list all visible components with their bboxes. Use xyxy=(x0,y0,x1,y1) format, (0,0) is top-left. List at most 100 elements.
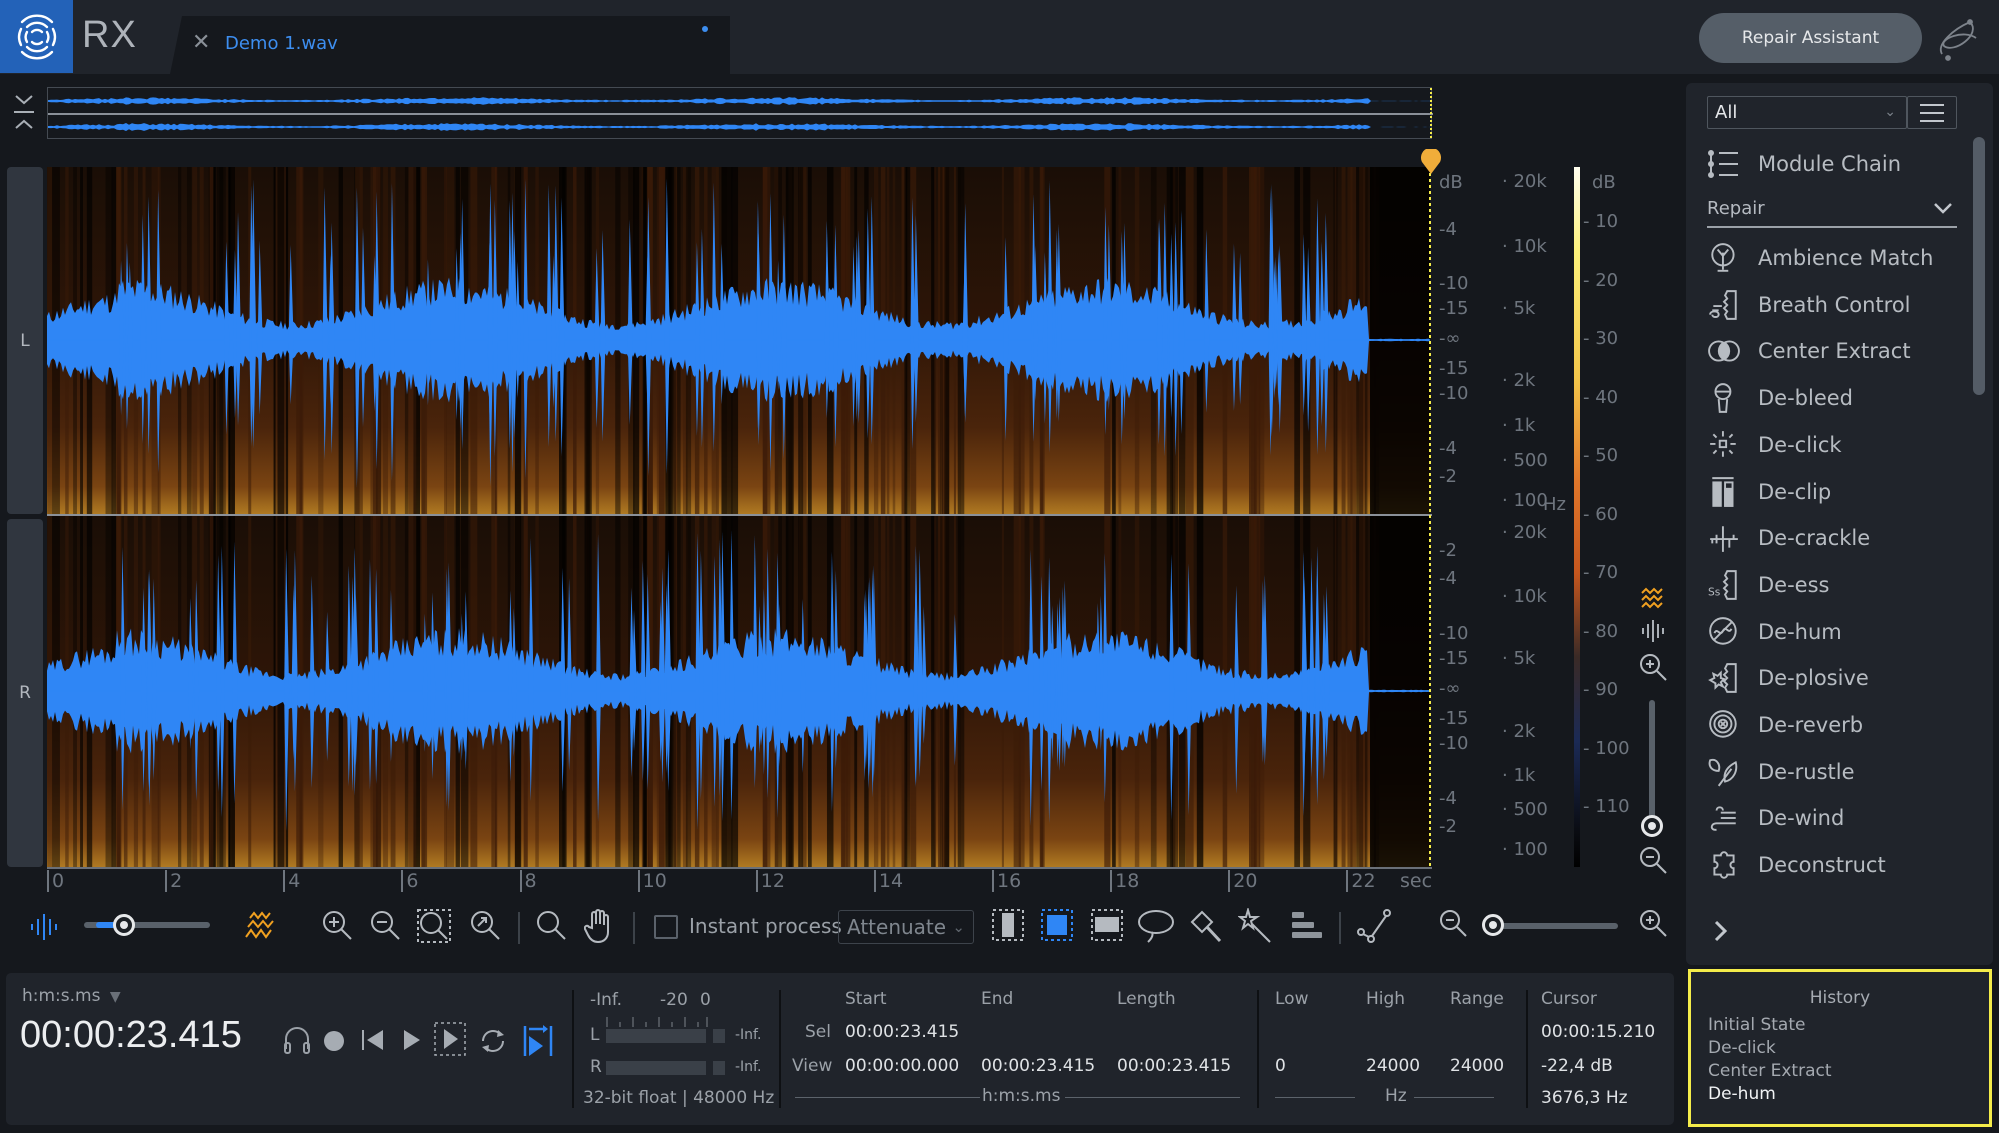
module-item-de-bleed[interactable]: De-bleed xyxy=(1704,376,1964,420)
module-item-ambience-match[interactable]: Ambience Match xyxy=(1704,236,1964,280)
view-range-field[interactable]: 24000 xyxy=(1450,1056,1504,1076)
history-panel: History Initial State De-click Center Ex… xyxy=(1688,969,1992,1127)
vertical-zoom-slider[interactable] xyxy=(1649,700,1655,826)
color-scale-tick-label: - 20 xyxy=(1583,269,1619,291)
horizontal-zoom-handle[interactable] xyxy=(1482,914,1504,936)
history-item[interactable]: Center Extract xyxy=(1708,1061,1832,1081)
hand-pan-icon[interactable] xyxy=(584,908,616,944)
brush-tool-icon[interactable] xyxy=(1188,908,1224,944)
blend-slider-handle[interactable] xyxy=(112,914,135,936)
play-icon[interactable] xyxy=(402,1028,422,1052)
module-item-de-wind[interactable]: De-wind xyxy=(1704,796,1964,840)
module-item-de-crackle[interactable]: De-crackle xyxy=(1704,516,1964,560)
close-tab-icon[interactable]: ✕ xyxy=(192,30,210,55)
waveform-spectrogram-blend-slider[interactable] xyxy=(84,922,210,928)
repair-assistant-button[interactable]: Repair Assistant xyxy=(1699,13,1922,63)
overview-channel-wave xyxy=(48,123,1431,131)
history-item[interactable]: De-click xyxy=(1708,1038,1776,1058)
vertical-zoom-in-icon[interactable] xyxy=(1638,652,1668,682)
cursor-frequency: 3676,3 Hz xyxy=(1541,1088,1628,1108)
file-tab[interactable]: ✕ Demo 1.wav xyxy=(170,16,730,74)
skip-to-start-icon[interactable] xyxy=(361,1028,385,1052)
zoom-tool-icon[interactable] xyxy=(534,908,568,942)
horizontal-zoom-out-icon[interactable] xyxy=(1438,908,1468,938)
module-item-de-hum[interactable]: De-hum xyxy=(1704,610,1964,654)
amplitude-tick-label: -2 xyxy=(1439,540,1457,561)
lasso-tool-icon[interactable] xyxy=(1136,908,1176,944)
time-axis-unit: sec xyxy=(1400,870,1433,892)
view-start-field[interactable]: 00:00:00.000 xyxy=(845,1056,959,1076)
neural-brand-icon[interactable] xyxy=(1934,14,1984,64)
module-item-de-plosive[interactable]: De-plosive xyxy=(1704,656,1964,700)
module-label: De-rustle xyxy=(1758,759,1855,784)
horizontal-zoom-in-icon[interactable] xyxy=(1638,908,1668,938)
channel-right-label[interactable]: R xyxy=(7,519,43,867)
spectrogram-view[interactable] xyxy=(47,167,1432,867)
spectral-band xyxy=(296,167,303,867)
vertical-zoom-out-icon[interactable] xyxy=(1638,845,1668,875)
harmonic-selection-icon[interactable] xyxy=(1290,908,1324,942)
category-repair-header[interactable]: Repair xyxy=(1707,198,1957,228)
vertical-zoom-handle[interactable] xyxy=(1641,815,1663,837)
record-icon[interactable] xyxy=(323,1030,345,1052)
amplitude-tick-label: -15 xyxy=(1439,298,1469,319)
time-selection-tool-icon[interactable] xyxy=(991,908,1025,942)
module-list-menu-button[interactable] xyxy=(1907,96,1957,129)
module-item-de-clip[interactable]: De-clip xyxy=(1704,470,1964,514)
module-list-scrollbar[interactable] xyxy=(1973,137,1985,395)
module-item-de-click[interactable]: De-click xyxy=(1704,423,1964,467)
module-item-breath-control[interactable]: Breath Control xyxy=(1704,283,1964,327)
time-frequency-selection-tool-icon[interactable] xyxy=(1040,908,1074,942)
loop-icon[interactable] xyxy=(478,1026,508,1056)
meter-right-label: R xyxy=(590,1057,602,1077)
monitor-headphones-icon[interactable] xyxy=(283,1025,311,1055)
magic-wand-icon[interactable] xyxy=(1238,908,1274,944)
waveform-opacity-icon[interactable] xyxy=(30,914,60,940)
history-item-current[interactable]: De-hum xyxy=(1708,1084,1776,1104)
instant-process-checkbox[interactable] xyxy=(654,915,678,939)
time-format-select[interactable]: h:m:s.ms ▼ xyxy=(22,986,121,1006)
zoom-out-icon[interactable] xyxy=(368,908,402,942)
expand-panel-chevron-icon[interactable] xyxy=(1712,918,1730,944)
view-high-field[interactable]: 24000 xyxy=(1366,1056,1420,1076)
waveform-display-icon[interactable] xyxy=(1641,620,1665,642)
time-tick-label: 18 xyxy=(1110,870,1139,892)
zoom-in-icon[interactable] xyxy=(320,908,354,942)
sel-start-field[interactable]: 00:00:23.415 xyxy=(845,1022,959,1042)
waveform-overview[interactable] xyxy=(47,87,1433,140)
return-to-start-icon[interactable] xyxy=(523,1024,553,1058)
envelope-tool-icon[interactable] xyxy=(1356,908,1392,944)
horizontal-zoom-slider[interactable] xyxy=(1486,923,1618,929)
module-filter-select[interactable]: All ⌄ xyxy=(1707,96,1907,129)
meter-right-peak xyxy=(713,1061,725,1075)
module-item-de-ess[interactable]: Ss De-ess xyxy=(1704,563,1964,607)
history-item[interactable]: Initial State xyxy=(1708,1015,1805,1035)
module-item-de-rustle[interactable]: De-rustle xyxy=(1704,750,1964,794)
izotope-logo[interactable] xyxy=(0,0,73,73)
view-low-field[interactable]: 0 xyxy=(1275,1056,1286,1076)
module-item-center-extract[interactable]: Center Extract xyxy=(1704,329,1964,373)
col-header-high: High xyxy=(1366,989,1406,1009)
spectrogram-opacity-icon[interactable] xyxy=(244,910,278,940)
amplitude-tick-label: -4 xyxy=(1439,568,1457,589)
amplitude-tick-label: -4 xyxy=(1439,438,1457,459)
view-end-field[interactable]: 00:00:23.415 xyxy=(981,1056,1095,1076)
spectral-band xyxy=(643,167,647,867)
view-length-field[interactable]: 00:00:23.415 xyxy=(1117,1056,1231,1076)
channel-left-label[interactable]: L xyxy=(7,167,43,514)
spectrogram-display-icon[interactable] xyxy=(1640,586,1666,610)
play-selection-icon[interactable] xyxy=(434,1022,466,1056)
module-chain-item[interactable]: Module Chain xyxy=(1704,142,1964,186)
module-item-de-reverb[interactable]: De-reverb xyxy=(1704,703,1964,747)
frequency-unit: Hz xyxy=(1385,1086,1407,1106)
frequency-selection-tool-icon[interactable] xyxy=(1090,908,1124,942)
caret-down-icon: ▼ xyxy=(109,989,121,1005)
instant-process-label: Instant process xyxy=(689,914,842,938)
spectral-band xyxy=(186,167,192,867)
zoom-to-selection-icon[interactable] xyxy=(416,908,452,944)
overview-collapse-toggle[interactable] xyxy=(10,90,38,136)
module-item-deconstruct[interactable]: Deconstruct xyxy=(1704,843,1964,887)
zoom-fit-icon[interactable] xyxy=(468,908,502,942)
breath-face-icon xyxy=(1709,289,1737,320)
process-mode-select[interactable]: Attenuate ⌄ xyxy=(838,910,974,944)
